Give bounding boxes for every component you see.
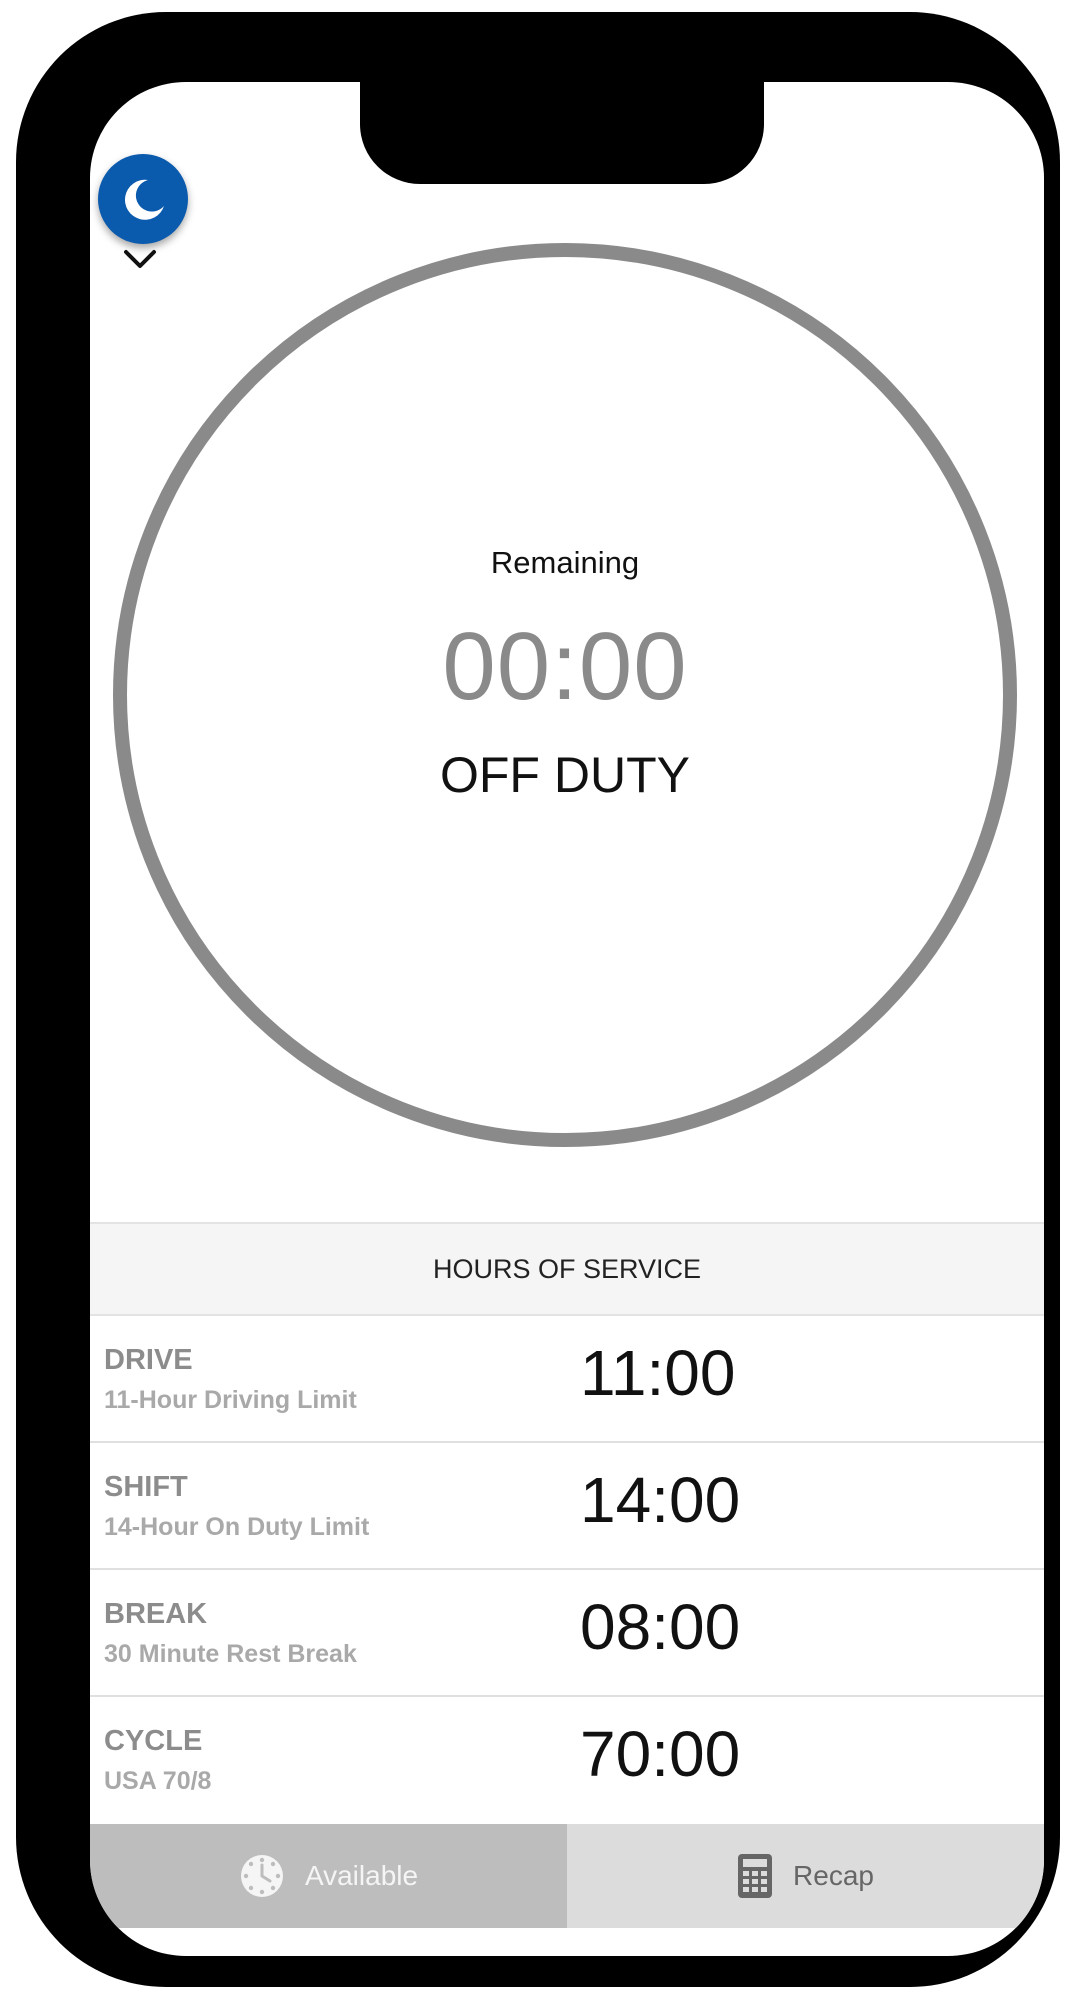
- hos-value: 14:00: [580, 1464, 741, 1536]
- hos-description: 14-Hour On Duty Limit: [104, 1513, 370, 1541]
- hours-of-service-list: DRIVE 11-Hour Driving Limit 11:00 SHIFT …: [90, 1316, 1044, 1824]
- hos-row-cycle: CYCLE USA 70/8 70:00: [90, 1697, 1044, 1824]
- phone-notch: [360, 82, 764, 184]
- tab-available[interactable]: Available: [90, 1824, 567, 1928]
- duty-status-selector[interactable]: OFF DUTY: [110, 746, 1020, 804]
- hos-row-drive: DRIVE 11-Hour Driving Limit 11:00: [90, 1316, 1044, 1443]
- hos-name: CYCLE: [104, 1725, 203, 1757]
- tab-available-label: Available: [304, 1860, 419, 1891]
- remaining-time-dial: Remaining 00:00 OFF DUTY: [110, 240, 1020, 1150]
- tab-recap-label: Recap: [793, 1860, 874, 1891]
- hos-value: 08:00: [580, 1591, 741, 1663]
- chevron-down-icon[interactable]: [110, 240, 170, 280]
- hos-row-shift: SHIFT 14-Hour On Duty Limit 14:00: [90, 1443, 1044, 1570]
- hos-description: USA 70/8: [104, 1767, 212, 1795]
- app-screen: Remaining 00:00 OFF DUTY HOURS OF SERVIC…: [90, 82, 1044, 1956]
- moon-icon: [124, 179, 164, 220]
- hours-of-service-header: HOURS OF SERVICE: [90, 1222, 1044, 1316]
- phone-frame: Remaining 00:00 OFF DUTY HOURS OF SERVIC…: [16, 12, 1060, 1987]
- hos-name: DRIVE: [104, 1344, 193, 1376]
- hos-name: BREAK: [104, 1598, 208, 1630]
- clock-icon: [239, 1853, 285, 1899]
- dial-content: Remaining 00:00 OFF DUTY: [110, 240, 1020, 1150]
- hos-value: 11:00: [580, 1337, 736, 1409]
- bottom-tab-bar: Available Recap: [90, 1824, 1044, 1928]
- hos-value: 70:00: [580, 1718, 741, 1790]
- hos-description: 30 Minute Rest Break: [104, 1640, 357, 1668]
- calculator-icon: [737, 1853, 773, 1899]
- hos-description: 11-Hour Driving Limit: [104, 1386, 357, 1414]
- tab-recap[interactable]: Recap: [567, 1824, 1044, 1928]
- remaining-label: Remaining: [490, 545, 640, 580]
- remaining-time: 00:00: [442, 613, 688, 720]
- hos-name: SHIFT: [104, 1471, 188, 1503]
- night-mode-button[interactable]: [98, 154, 188, 244]
- hos-row-break: BREAK 30 Minute Rest Break 08:00: [90, 1570, 1044, 1697]
